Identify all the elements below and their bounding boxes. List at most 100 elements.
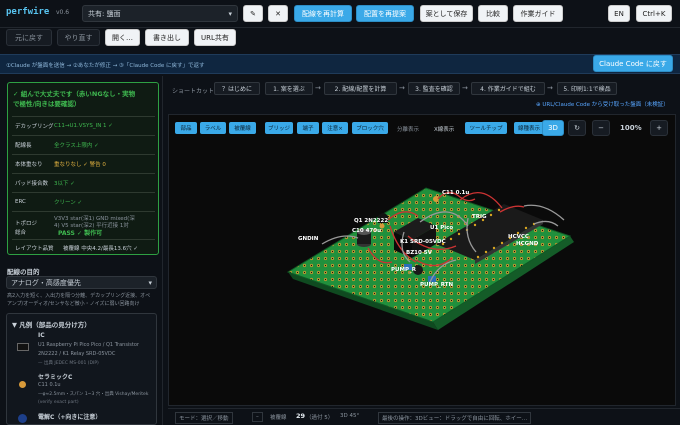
status-mode: モード：選択／移動: [175, 412, 233, 424]
legend-ceramic-line3: (verify exact part): [38, 400, 79, 405]
undo-button[interactable]: 元に戻す: [6, 29, 52, 46]
open-button[interactable]: 開く…: [105, 29, 140, 46]
purpose-select-label: アナログ・高感度優先: [11, 278, 81, 287]
legend-ic-line3: — 出典 JEDEC MS-001 (DIP): [38, 361, 99, 366]
audit-overall-key: 総合: [15, 230, 27, 236]
ceramic-cap-icon: [19, 381, 26, 388]
legend-ceramic-line1: C11 0.1u: [38, 382, 61, 388]
step-intro[interactable]: ？はじめに: [214, 82, 260, 95]
audit-row-pad-joints: パッド接合数 3以下 ✓: [12, 173, 155, 192]
split-view-toggle[interactable]: 分離表示: [397, 125, 419, 133]
step-choose[interactable]: 1. 案を選ぶ: [265, 82, 313, 95]
board-label-hcgnd: HCGND: [516, 241, 539, 247]
board-label-hcvcc: HCVCC: [508, 234, 529, 240]
command-palette-button[interactable]: Ctrl+K: [636, 5, 672, 22]
chevron-down-icon: ▾: [228, 9, 232, 18]
audit-row-overlap: 本体重なり 重なりなし ✓ 警告 0: [12, 154, 155, 173]
legend-ic-name: IC: [38, 332, 45, 339]
board-label-trig: TRIG: [472, 214, 487, 220]
xray-toggle[interactable]: X線表示: [434, 125, 454, 133]
tool-caution[interactable]: 注意×: [322, 122, 348, 134]
tool-wires[interactable]: 被覆線: [229, 122, 256, 134]
board-label-bz10: BZ10 5V: [406, 250, 433, 256]
close-icon: ✕: [275, 9, 281, 18]
zoom-out-button[interactable]: −: [592, 120, 610, 136]
step-audit[interactable]: 3. 監査を確認: [408, 82, 460, 95]
legend-ic-line1: U1 Raspberry Pi Pico Pico / Q1 Transisto…: [38, 342, 139, 348]
board-3d-view[interactable]: C11 0.1u U1 Pico TRIG GNDIN C10 470u HCV…: [168, 136, 676, 404]
app-logo: perfwire: [6, 7, 50, 17]
status-tip: 最後の操作：3Dビュー：ドラッグで自由に回転、ホイー…: [378, 412, 532, 424]
purpose-description: 高2入力を短く、入出力を隔つ分離、デカップリング近接、オペ アンプ/オーディオ/…: [7, 293, 151, 307]
status-view: 3D 45°: [340, 413, 360, 419]
board-label-u1: U1 Pico: [430, 225, 453, 231]
return-to-claude-button[interactable]: Claude Code に戻す: [593, 55, 673, 72]
url-share-button[interactable]: URL共有: [194, 29, 236, 46]
board-label-k1: K1 SRD-05VDC: [400, 239, 446, 245]
view-3d-button[interactable]: 3D: [542, 120, 564, 136]
claude-flow-text: ①Claude が盤面を送信 → ②あなたが修正 → ③「Claude Code…: [6, 63, 205, 69]
compare-button[interactable]: 比較: [478, 5, 508, 22]
board-label-pump-rtn: PUMP_RTN: [420, 282, 453, 288]
status-wires-label: 被覆線: [270, 415, 287, 421]
board-label-c11: C11 0.1u: [442, 190, 469, 196]
audit-row-wirelength: 配線長 全クラス上限内 ✓: [12, 135, 155, 154]
file-select[interactable]: 共有: 鹽面 ▾: [82, 5, 238, 22]
layout-button[interactable]: 配置を再提案: [356, 5, 414, 22]
app-version: v0.6: [56, 9, 70, 16]
shortcuts-label: ショートカット:: [172, 88, 217, 95]
status-wires-adj: （過付 5）: [306, 415, 334, 421]
wire-color-toggle[interactable]: 線種表示: [514, 122, 544, 134]
tool-parts[interactable]: 部品: [175, 122, 197, 134]
legend-ic-line2: 2N2222 / K1 Relay SRD-05VDC: [38, 351, 116, 357]
step-print[interactable]: 5. 印刷1:1で検品: [557, 82, 617, 95]
tool-block-holes[interactable]: ブロック穴: [352, 122, 388, 134]
step-guide[interactable]: 4. 作業ガイドで組む: [471, 82, 545, 95]
wrench-icon: ✎: [250, 9, 256, 18]
route-button[interactable]: 配線を再計算: [294, 5, 352, 22]
zoom-level: 100%: [620, 124, 642, 132]
save-button[interactable]: 案として保存: [420, 5, 473, 22]
wrench-button[interactable]: ✎: [243, 5, 263, 22]
audit-overall-value: PASS ✓ 製作可: [58, 230, 103, 237]
arrow-icon: →: [547, 84, 553, 92]
board-label-c10: C10 470u: [352, 228, 381, 234]
legend-box: [6, 313, 157, 425]
board-label-q1: Q1 2N2222: [354, 218, 388, 224]
arrow-icon: →: [399, 84, 405, 92]
legend-ceramic-name: セラミックC: [38, 374, 73, 381]
chevron-down-icon: ▾: [148, 278, 152, 287]
legend-electrolytic-name: 電解C（+向きに注意）: [38, 414, 102, 421]
purpose-title: 配線の目的: [7, 268, 40, 276]
zoom-in-button[interactable]: +: [650, 120, 668, 136]
ic-icon: [17, 343, 29, 351]
file-select-label: 共有: 鹽面: [88, 9, 121, 18]
legend-title[interactable]: ▼ 凡例（部品の見分け方）: [12, 319, 91, 329]
export-button[interactable]: 書き出し: [145, 29, 189, 46]
verdict-line-2: で極性/向きは要確認）: [13, 100, 81, 108]
lang-button[interactable]: EN: [608, 5, 630, 22]
redo-button[interactable]: やり直す: [57, 29, 100, 46]
verdict-line-1: ✓ 組んで大丈夫です（赤いNGなし・実物: [13, 90, 136, 98]
status-dash: –: [252, 412, 263, 422]
guide-button[interactable]: 作業ガイド: [513, 5, 563, 22]
board-label-pump-r: PUMP_R: [391, 267, 417, 273]
audit-layout-value: 被覆線 中央4.2/最長13.6穴 ✓: [63, 246, 138, 252]
electrolytic-cap-icon: [18, 414, 27, 423]
plus-icon: +: [656, 124, 662, 132]
step-compute[interactable]: 2. 配線/配置を計算: [324, 82, 397, 95]
legend-ceramic-line2: —φ≈2.5mm・スパン 1~3 穴・出典 Vishay/Meritek: [38, 392, 149, 397]
audit-row-decoupling: デカップリング C11→U1.VSYS_IN 1 ✓: [12, 116, 155, 135]
tool-labels[interactable]: ラベル: [200, 122, 226, 134]
minus-icon: −: [598, 124, 604, 132]
close-button[interactable]: ✕: [268, 5, 288, 22]
status-wires-count: 29: [296, 412, 306, 420]
purpose-select[interactable]: アナログ・高感度優先 ▾: [6, 276, 157, 289]
status-note: ⊕ URL/Claude Code から受け取った盤面（未検証）: [536, 102, 669, 108]
refresh-icon: ↻: [574, 124, 580, 132]
refresh-button[interactable]: ↻: [568, 120, 586, 136]
tooltip-toggle[interactable]: ツールチップ: [465, 122, 507, 134]
tool-bridge[interactable]: ブリッジ: [265, 122, 293, 134]
tool-terminal[interactable]: 端子: [297, 122, 319, 134]
audit-row-erc: ERC クリーン ✓: [12, 192, 155, 211]
